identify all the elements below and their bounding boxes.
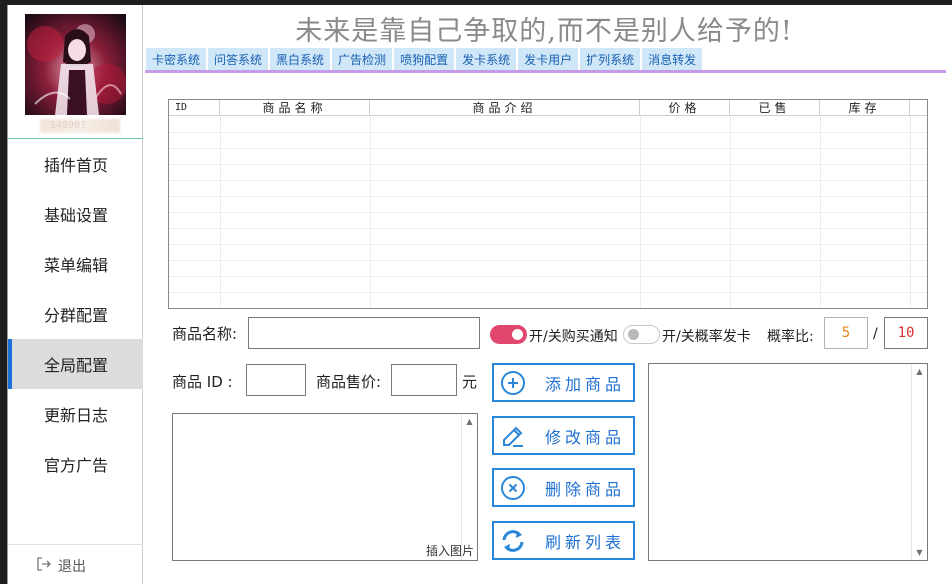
tab-spray-config[interactable]: 喷狗配置 (394, 48, 455, 70)
ratio-label: 概率比: (767, 329, 814, 345)
sidebar-item-group-config[interactable]: 分群配置 (8, 289, 143, 339)
tab-underline (145, 70, 946, 73)
column-header-sold[interactable]: 已售 (730, 100, 820, 116)
probability-card-toggle[interactable] (623, 325, 660, 344)
table-row-line (169, 164, 927, 165)
sidebar-item-official-ads[interactable]: 官方广告 (8, 439, 143, 489)
scroll-down-arrow[interactable]: ▼ (912, 545, 927, 560)
product-table[interactable]: ID 商品名称 商品介绍 价格 已售 库存 (168, 99, 928, 309)
output-log-textarea[interactable]: ▲ ▼ (648, 363, 928, 561)
sidebar-item-basic-settings[interactable]: 基础设置 (8, 189, 143, 239)
tab-ad-detect[interactable]: 广告检测 (332, 48, 393, 70)
tab-msg-forward[interactable]: 消息转发 (642, 48, 703, 70)
table-row-line (169, 228, 927, 229)
table-row-line (169, 212, 927, 213)
sidebar-item-label: 全局配置 (44, 356, 109, 375)
sidebar-item-menu-edit[interactable]: 菜单编辑 (8, 239, 143, 289)
ratio-numerator-input[interactable]: 5 (824, 317, 868, 349)
logout-button[interactable]: 退出 (36, 556, 86, 576)
tab-bar: 卡密系统 问答系统 黑白系统 广告检测 喷狗配置 发卡系统 发卡用户 扩列系统 消息转发 (146, 48, 703, 70)
price-unit: 元 (462, 373, 478, 391)
tab-card-users[interactable]: 发卡用户 (518, 48, 579, 70)
sidebar-item-plugin-home[interactable]: 插件首页 (8, 139, 143, 189)
insert-image-button[interactable]: 插入图片 (426, 542, 474, 559)
refresh-list-label: 刷新列表 (545, 532, 626, 552)
output-scrollbar[interactable]: ▲ ▼ (911, 364, 927, 560)
tab-qa[interactable]: 问答系统 (208, 48, 269, 70)
sidebar-item-label: 基础设置 (44, 206, 109, 225)
tab-card-code[interactable]: 卡密系统 (146, 48, 207, 70)
sidebar: 14890? 插件首页 基础设置 菜单编辑 分群配置 全局配置 更新日志 官方广… (8, 5, 143, 584)
table-row-line (169, 180, 927, 181)
scroll-up-arrow[interactable]: ▲ (912, 364, 927, 379)
edit-icon (498, 421, 528, 451)
logout-divider (8, 544, 143, 545)
product-description-textarea[interactable]: ▲ (172, 413, 478, 561)
table-header: ID 商品名称 商品介绍 价格 已售 库存 (169, 100, 927, 116)
sidebar-item-label: 官方广告 (44, 456, 109, 475)
column-header-id[interactable]: ID (169, 100, 220, 116)
scroll-up-arrow[interactable]: ▲ (462, 414, 477, 429)
tab-card-system[interactable]: 发卡系统 (456, 48, 517, 70)
sidebar-item-label: 更新日志 (44, 406, 109, 425)
table-row-line (169, 308, 927, 309)
sidebar-item-label: 菜单编辑 (44, 256, 109, 275)
table-row-line (169, 148, 927, 149)
delete-product-label: 删除商品 (545, 479, 626, 499)
add-product-label: 添加商品 (545, 374, 626, 394)
toggle-knob (512, 329, 523, 340)
product-id-label: 商品 ID : (172, 373, 233, 391)
refresh-icon (498, 526, 528, 556)
add-product-button[interactable]: 添加商品 (492, 363, 635, 402)
column-header-description[interactable]: 商品介绍 (370, 100, 640, 116)
product-name-input[interactable] (248, 317, 480, 349)
column-header-price[interactable]: 价格 (640, 100, 730, 116)
sidebar-item-global-config[interactable]: 全局配置 (8, 339, 143, 389)
logout-label: 退出 (58, 559, 86, 575)
edit-product-label: 修改商品 (545, 427, 626, 447)
tab-blackwhite[interactable]: 黑白系统 (270, 48, 331, 70)
avatar[interactable] (25, 14, 126, 115)
description-scrollbar[interactable]: ▲ (461, 414, 477, 560)
ratio-separator: / (873, 326, 878, 342)
ratio-denominator-input[interactable]: 10 (884, 317, 928, 349)
purchase-notify-toggle[interactable] (490, 325, 527, 344)
sidebar-item-label: 分群配置 (44, 306, 109, 325)
column-header-stock[interactable]: 库存 (820, 100, 910, 116)
table-row-line (169, 260, 927, 261)
price-input[interactable] (391, 364, 457, 396)
product-name-label: 商品名称: (172, 325, 238, 343)
slogan-title: 未来是靠自己争取的,而不是别人给予的! (295, 16, 793, 47)
refresh-list-button[interactable]: 刷新列表 (492, 521, 635, 560)
app-window: 14890? 插件首页 基础设置 菜单编辑 分群配置 全局配置 更新日志 官方广… (7, 5, 952, 584)
edit-product-button[interactable]: 修改商品 (492, 416, 635, 455)
purchase-notify-label: 开/关购买通知 (529, 329, 618, 345)
user-id: 14890? (50, 120, 87, 131)
sidebar-item-label: 插件首页 (44, 156, 109, 175)
table-row-line (169, 244, 927, 245)
column-header-name[interactable]: 商品名称 (220, 100, 370, 116)
table-row-line (169, 196, 927, 197)
toggle-knob (628, 329, 639, 340)
table-row-line (169, 292, 927, 293)
plus-circle-icon (498, 368, 528, 398)
delete-product-button[interactable]: 删除商品 (492, 468, 635, 507)
logout-icon (36, 556, 52, 576)
price-label: 商品售价: (316, 373, 382, 391)
tab-expand[interactable]: 扩列系统 (580, 48, 641, 70)
sidebar-item-changelog[interactable]: 更新日志 (8, 389, 143, 439)
table-row-line (169, 276, 927, 277)
product-id-input[interactable] (246, 364, 306, 396)
table-row-line (169, 132, 927, 133)
probability-card-label: 开/关概率发卡 (662, 329, 751, 345)
delete-circle-icon (498, 473, 528, 503)
